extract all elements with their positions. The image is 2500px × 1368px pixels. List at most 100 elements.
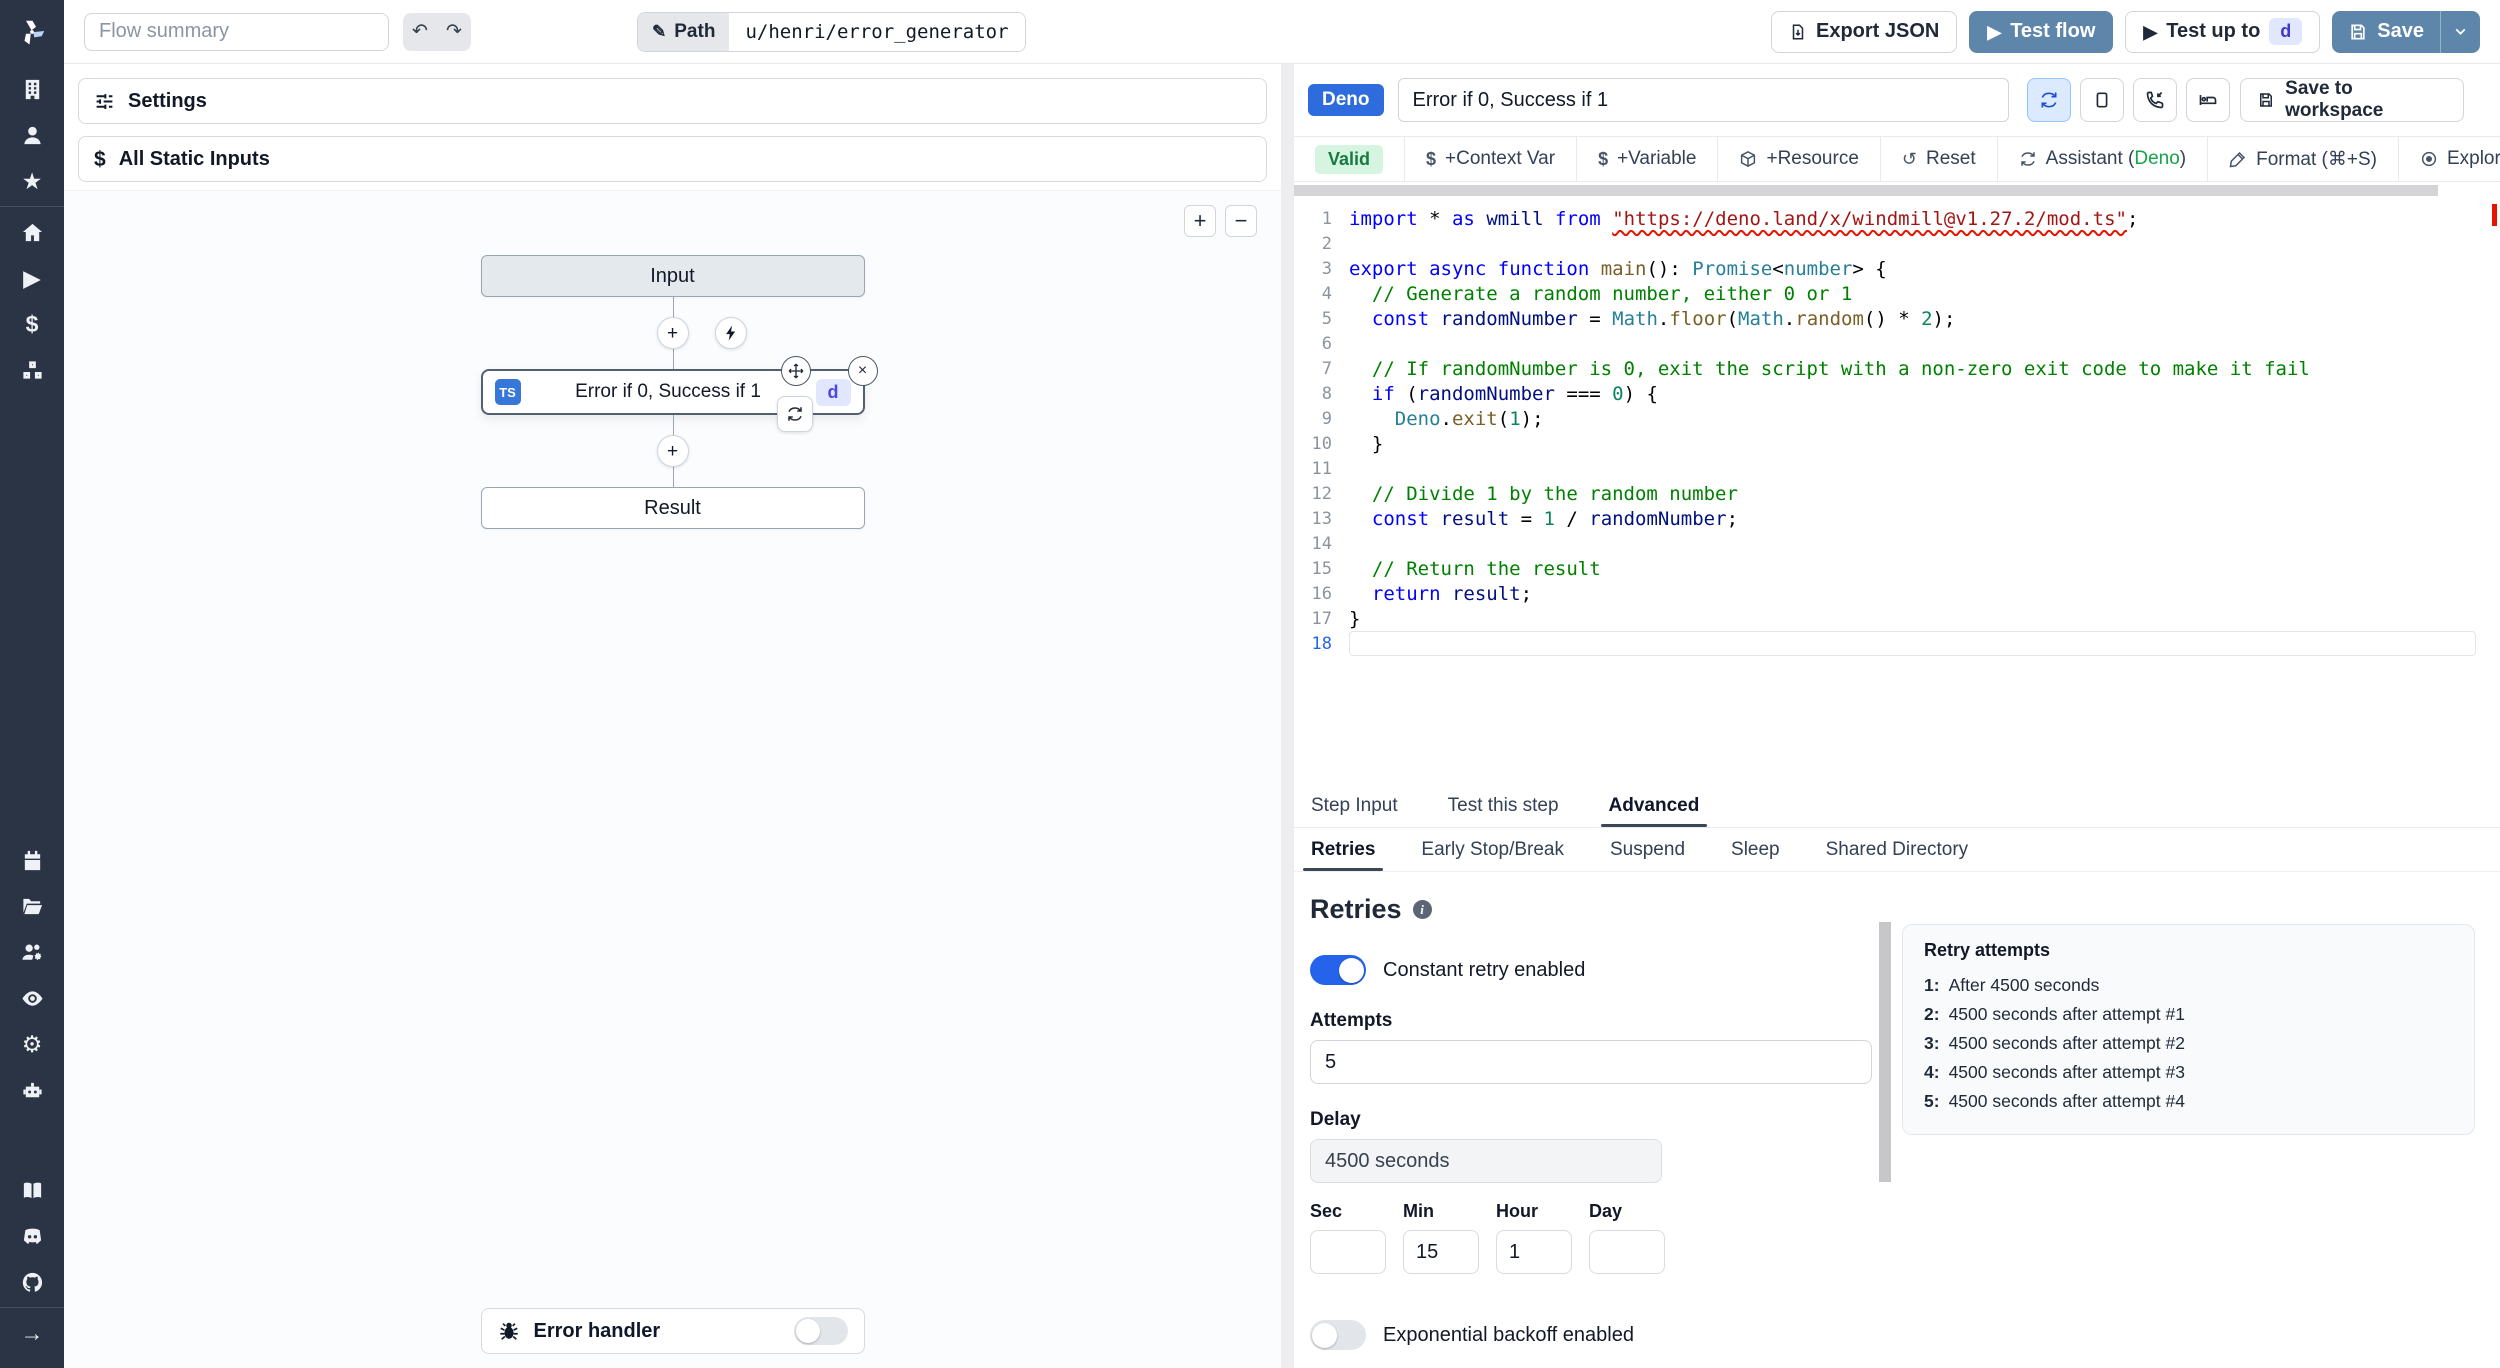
save-dropdown-button[interactable] — [2440, 10, 2480, 53]
undo-button[interactable]: ↶ — [403, 13, 437, 51]
toolbar-add-variable[interactable]: $ +Variable — [1577, 137, 1719, 181]
sidebar-item-dollar[interactable]: $ — [12, 311, 52, 337]
delay-hour-input[interactable] — [1496, 1230, 1572, 1274]
toolbar-add-resource[interactable]: +Resource — [1718, 137, 1881, 181]
sidebar-item-robot[interactable] — [12, 1077, 52, 1103]
delay-sec-input[interactable] — [1310, 1230, 1386, 1274]
sidebar-item-folder[interactable] — [12, 893, 52, 919]
suspend-indicator-button[interactable] — [2133, 78, 2178, 122]
error-handler-toggle[interactable] — [793, 1317, 848, 1345]
code-text: return result; — [1371, 582, 1533, 605]
subtab-retries[interactable]: Retries — [1302, 828, 1384, 871]
toolbar-explore-other-scripts[interactable]: Explore other s — [2399, 137, 2500, 181]
toolbar-valid[interactable]: Valid — [1294, 137, 1406, 181]
subtab-shared-directory[interactable]: Shared Directory — [1826, 828, 1969, 871]
code-editor[interactable]: 1 import * as wmill from "https://deno.la… — [1294, 196, 2500, 784]
settings-bar[interactable]: Settings — [78, 78, 1267, 124]
save-button[interactable]: Save — [2332, 11, 2440, 53]
test-flow-button[interactable]: ▶ Test flow — [1969, 10, 2114, 53]
move-step-handle[interactable] — [780, 356, 811, 386]
user-gear-icon — [21, 941, 44, 964]
sidebar-item-building[interactable] — [12, 76, 52, 102]
tab-step-input[interactable]: Step Input — [1311, 784, 1398, 827]
retry-attempt-number: 2: — [1924, 1004, 1940, 1024]
sidebar-item-github[interactable] — [12, 1269, 52, 1295]
add-step-button[interactable]: + — [656, 317, 689, 349]
code-text: // Generate a random number, either 0 or… — [1349, 282, 1853, 305]
sidebar-item-play[interactable]: ▶ — [12, 265, 52, 291]
tab-advanced[interactable]: Advanced — [1600, 784, 1708, 827]
sidebar-item-cubes[interactable] — [12, 357, 52, 383]
line-number: 1 — [1321, 208, 1332, 229]
delete-step-button[interactable]: × — [847, 356, 878, 386]
attempts-input[interactable] — [1310, 1040, 1872, 1084]
retries-heading: Retries i — [1310, 894, 2500, 925]
retry-attempt-text: 4500 seconds after attempt #3 — [1948, 1062, 2185, 1082]
toolbar-add-context-var[interactable]: $ +Context Var — [1405, 137, 1578, 181]
sidebar-item-home[interactable] — [12, 219, 52, 245]
save-to-workspace-button[interactable]: Save to workspace — [2240, 78, 2464, 122]
flow-step-node-selected[interactable]: TS Error if 0, Success if 1 d × — [480, 356, 878, 432]
constant-retry-toggle[interactable] — [1310, 955, 1366, 985]
sidebar-item-gear[interactable]: ⚙ — [12, 1031, 52, 1057]
delay-day-input[interactable] — [1589, 1230, 1665, 1274]
code-line: 10 } — [1294, 431, 2500, 456]
add-step-button[interactable]: + — [656, 435, 689, 467]
subtab-suspend[interactable]: Suspend — [1610, 828, 1685, 871]
square-outline-icon — [2092, 90, 2112, 110]
step-tabs: Step Input Test this step Advanced — [1294, 784, 2500, 828]
toolbar-reset[interactable]: ↺ Reset — [1881, 137, 1998, 181]
sidebar-item-calendar[interactable] — [12, 847, 52, 873]
retry-attempt-text: 4500 seconds after attempt #2 — [1948, 1033, 2185, 1053]
sidebar-item-eye[interactable] — [12, 985, 52, 1011]
toolbar-format[interactable]: Format (⌘+S) — [2208, 137, 2399, 181]
sidebar-item-star[interactable]: ★ — [12, 168, 52, 194]
line-number: 5 — [1321, 308, 1332, 329]
eye-target-icon — [2420, 150, 2438, 168]
retries-indicator-button[interactable] — [2027, 78, 2072, 122]
zoom-out-button[interactable]: − — [1225, 205, 1257, 237]
error-handler-label: Error handler — [533, 1319, 661, 1342]
tab-test-this-step[interactable]: Test this step — [1448, 784, 1559, 827]
all-static-inputs-bar[interactable]: $ All Static Inputs — [78, 136, 1267, 182]
flow-input-node[interactable]: Input — [480, 255, 865, 297]
sidebar-expand-button[interactable]: → — [12, 1320, 52, 1346]
plus-icon: + — [666, 440, 679, 462]
trigger-button[interactable] — [714, 317, 747, 349]
delay-input[interactable] — [1310, 1139, 1662, 1183]
zoom-in-button[interactable]: + — [1184, 205, 1216, 237]
subtab-early-stop-break[interactable]: Early Stop/Break — [1421, 828, 1564, 871]
editor-horizontal-scrollbar[interactable] — [1294, 185, 2438, 196]
code-text: const result = 1 / randomNumber; — [1371, 507, 1739, 530]
sidebar-item-discord[interactable] — [12, 1223, 52, 1249]
code-line: 8 if (randomNumber === 0) { — [1294, 381, 2500, 406]
info-icon[interactable]: i — [1412, 900, 1432, 919]
windmill-logo-icon[interactable] — [0, 0, 64, 64]
retries-scrollbar[interactable] — [1879, 922, 1891, 1182]
flow-result-node[interactable]: Result — [480, 487, 865, 529]
sidebar-item-user-gear[interactable] — [12, 939, 52, 965]
toolbar-assistant[interactable]: Assistant (Deno) — [1998, 137, 2209, 181]
dollar-icon: $ — [1598, 149, 1609, 169]
retry-attempt-row: 3: 4500 seconds after attempt #2 — [1924, 1029, 2453, 1058]
redo-button[interactable]: ↷ — [437, 13, 471, 51]
step-title-input[interactable] — [1397, 78, 2010, 122]
subtab-sleep[interactable]: Sleep — [1731, 828, 1780, 871]
flow-canvas[interactable]: + − Input + TS Error if 0, Success if 1 … — [64, 190, 1281, 1368]
save-button-group: Save — [2332, 10, 2480, 53]
floppy-icon — [2257, 91, 2275, 109]
export-json-button[interactable]: Export JSON — [1770, 10, 1958, 53]
early-stop-indicator-button[interactable] — [2080, 78, 2125, 122]
path-editor[interactable]: ✎ Path u/henri/error_generator — [637, 11, 1026, 52]
exponential-backoff-toggle[interactable] — [1310, 1320, 1366, 1350]
sleep-indicator-button[interactable] — [2186, 78, 2231, 122]
code-line: 3 export async function main (): Promise < n… — [1294, 256, 2500, 281]
pane-splitter[interactable] — [1281, 64, 1294, 1368]
delay-min-input[interactable] — [1403, 1230, 1479, 1274]
sidebar-item-book[interactable] — [12, 1177, 52, 1203]
play-icon: ▶ — [1987, 21, 2002, 42]
topbar-actions: Export JSON ▶ Test flow ▶ Test up to d S… — [1770, 10, 2480, 53]
sidebar-item-user[interactable] — [12, 122, 52, 148]
test-up-to-button[interactable]: ▶ Test up to d — [2125, 10, 2321, 53]
flow-summary-input[interactable] — [84, 12, 389, 51]
